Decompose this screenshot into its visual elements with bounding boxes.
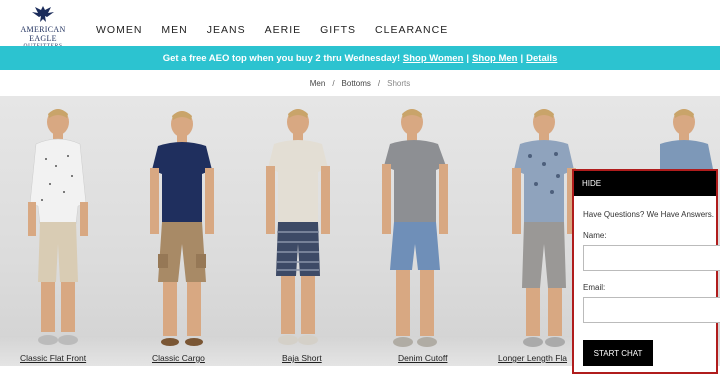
promo-divider: | <box>520 52 524 64</box>
chat-email-field[interactable] <box>583 297 720 323</box>
site-header: AMERICAN EAGLE OUTFITTERS WOMEN MEN JEAN… <box>0 0 720 49</box>
chat-name-label: Name: <box>583 231 607 240</box>
style-link-classic-cargo[interactable]: Classic Cargo <box>152 353 205 363</box>
breadcrumb-separator: / <box>332 78 335 88</box>
breadcrumb-separator: / <box>377 78 381 88</box>
model-denim-cutoff[interactable] <box>372 104 462 352</box>
chat-name-field[interactable] <box>583 245 720 271</box>
breadcrumb-men[interactable]: Men <box>310 79 326 88</box>
breadcrumb-shorts: Shorts <box>387 78 411 88</box>
nav-gifts[interactable]: GIFTS <box>320 24 356 36</box>
promo-text: Get a free AEO top when you buy 2 thru W… <box>162 52 401 64</box>
nav-aerie[interactable]: AERIE <box>265 24 302 36</box>
brand-logo[interactable]: AMERICAN EAGLE OUTFITTERS <box>6 4 80 49</box>
nav-clearance[interactable]: CLEARANCE <box>375 24 448 36</box>
shop-women-link[interactable]: Shop Women <box>403 53 464 64</box>
shop-men-link[interactable]: Shop Men <box>472 53 517 64</box>
main-nav: WOMEN MEN JEANS AERIE GIFTS CLEARANCE <box>96 24 467 36</box>
start-chat-button[interactable]: START CHAT <box>583 340 653 366</box>
promo-banner: Get a free AEO top when you buy 2 thru W… <box>0 46 720 70</box>
chat-hide-button[interactable]: HIDE <box>574 171 716 196</box>
eagle-icon <box>32 6 54 22</box>
model-classic-cargo[interactable] <box>138 104 228 352</box>
model-classic-flat-front[interactable] <box>12 104 102 352</box>
promo-divider: | <box>466 52 470 64</box>
nav-men[interactable]: MEN <box>161 24 187 36</box>
breadcrumb: Men / Bottoms / Shorts <box>0 70 720 96</box>
chat-email-label: Email: <box>583 283 606 292</box>
style-link-baja-short[interactable]: Baja Short <box>282 353 322 363</box>
chat-widget: HIDE Have Questions? We Have Answers. Na… <box>572 169 720 374</box>
style-link-denim-cutoff[interactable]: Denim Cutoff <box>398 353 447 363</box>
details-link[interactable]: Details <box>526 53 557 64</box>
style-link-longer-length-flat-front[interactable]: Longer Length Fla <box>498 353 567 363</box>
style-link-classic-flat-front[interactable]: Classic Flat Front <box>20 353 86 363</box>
chat-heading: Have Questions? We Have Answers. <box>583 210 715 219</box>
nav-jeans[interactable]: JEANS <box>207 24 246 36</box>
breadcrumb-bottoms[interactable]: Bottoms <box>342 79 371 88</box>
logo-text-line1: AMERICAN EAGLE <box>20 25 66 43</box>
nav-women[interactable]: WOMEN <box>96 24 142 36</box>
model-baja-short[interactable] <box>252 104 342 352</box>
